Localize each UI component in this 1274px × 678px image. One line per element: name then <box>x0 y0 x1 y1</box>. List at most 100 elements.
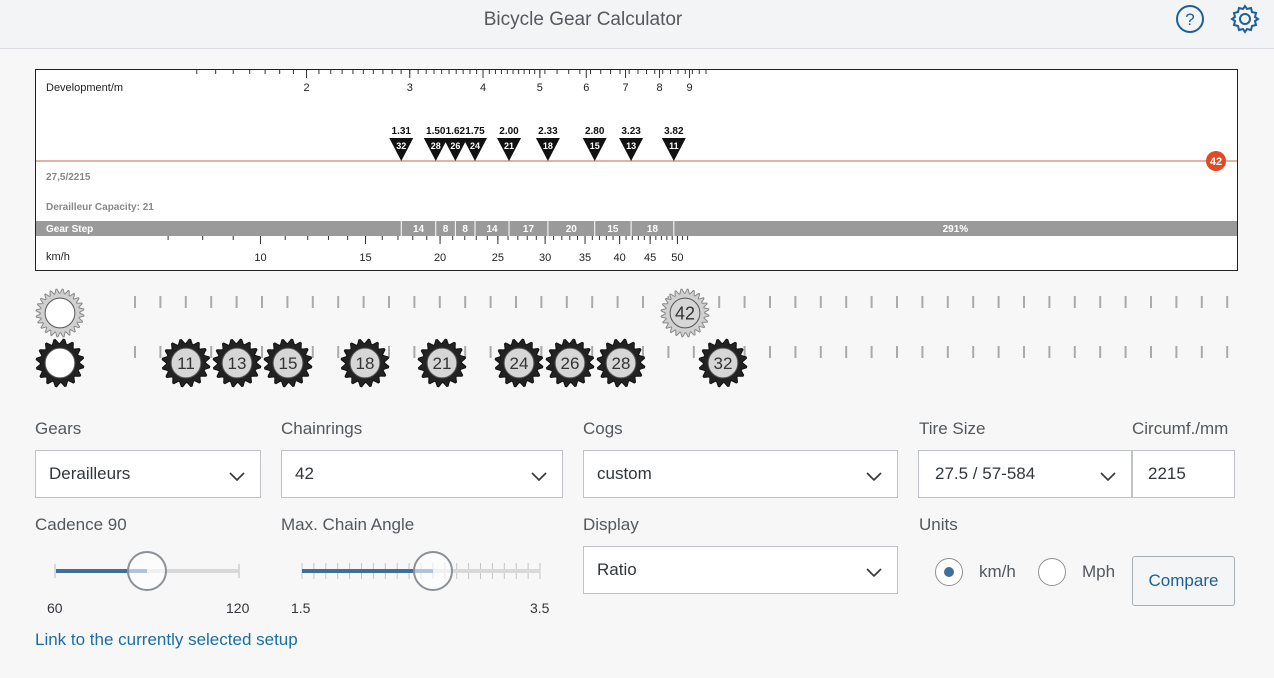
cadence-slider[interactable] <box>40 550 250 592</box>
chevron-down-icon <box>1100 472 1116 482</box>
gear-cog-label: 18 <box>543 141 553 151</box>
chainrings-value: 42 <box>295 464 314 483</box>
gear-ratio-label: 1.62 <box>446 126 466 137</box>
chainring-icon[interactable] <box>35 288 85 338</box>
gear-ratio-marker[interactable]: 1.31 32 <box>389 126 414 161</box>
page-title: Bicycle Gear Calculator <box>483 9 683 30</box>
gear-step-value: 17 <box>523 224 535 235</box>
gear-ratio-marker[interactable]: 2.33 18 <box>535 126 560 161</box>
gear-cog-label: 32 <box>396 141 406 151</box>
cog-18[interactable]: 18 <box>340 338 390 388</box>
display-value: Ratio <box>597 560 637 579</box>
gear-cog-label: 11 <box>669 141 679 151</box>
setup-link[interactable]: Link to the currently selected setup <box>35 630 298 650</box>
cogs-select[interactable]: custom <box>583 450 898 498</box>
units-label: Units <box>919 515 958 534</box>
settings-icon[interactable] <box>1229 4 1261 36</box>
bottom-axis-tick-label: 30 <box>539 252 551 264</box>
gear-cog-label: 28 <box>431 141 441 151</box>
cog-28[interactable]: 28 <box>596 338 646 388</box>
chain-angle-min: 1.5 <box>291 600 311 616</box>
chainring-marker: 42 <box>1206 151 1226 171</box>
gear-ratio-marker[interactable]: 1.50 28 <box>423 126 448 161</box>
cassette-icon[interactable] <box>35 338 85 388</box>
chevron-down-icon <box>866 472 882 482</box>
svg-text:?: ? <box>1185 10 1194 29</box>
tire-size-label: Tire Size <box>919 419 986 438</box>
cog-label: 32 <box>714 354 733 373</box>
gear-ratio-label: 1.75 <box>465 126 485 137</box>
cog-13[interactable]: 13 <box>212 338 262 388</box>
circumference-label: Circumf./mm <box>1132 419 1229 438</box>
gear-ratio-marker[interactable]: 3.82 11 <box>661 126 686 161</box>
bottom-axis-tick-label: 45 <box>644 252 656 264</box>
gear-cog-label: 21 <box>504 141 514 151</box>
gear-step-value: 291% <box>943 224 969 235</box>
tire-size-select[interactable]: 27.5 / 57-584 <box>918 450 1132 498</box>
circumference-input[interactable]: 2215 <box>1132 450 1235 498</box>
chevron-down-icon <box>866 568 882 578</box>
gear-step-value: 14 <box>413 224 425 235</box>
units-kmh-radio[interactable] <box>935 558 963 586</box>
gear-step-value: 18 <box>647 224 659 235</box>
setup-label: 27,5/2215 <box>46 172 91 183</box>
gears-label: Gears <box>35 419 82 438</box>
chain-angle-slider[interactable] <box>290 550 552 592</box>
gear-ratio-label: 3.82 <box>664 126 684 137</box>
compare-button[interactable]: Compare <box>1132 556 1235 606</box>
chainrings-select[interactable]: 42 <box>281 450 563 498</box>
tire-size-value: 27.5 / 57-584 <box>935 464 1036 483</box>
gears-value: Derailleurs <box>49 464 131 483</box>
cog-15[interactable]: 15 <box>263 338 313 388</box>
cog-32[interactable]: 32 <box>698 338 748 388</box>
bottom-axis-tick-label: 35 <box>579 252 591 264</box>
units-mph-radio[interactable] <box>1038 558 1066 586</box>
cog-26[interactable]: 26 <box>545 338 595 388</box>
units-kmh-label[interactable]: km/h <box>979 562 1016 582</box>
bottom-axis-tick-label: 50 <box>671 252 683 264</box>
gear-step-value: 20 <box>566 224 578 235</box>
bottom-axis-tick-label: 10 <box>254 252 266 264</box>
bottom-axis-tick-label: 25 <box>492 252 504 264</box>
display-select[interactable]: Ratio <box>583 546 898 594</box>
gear-chart-svg: 2 3 4 5 6 7 8 9Development/m421.31321.50281.622… <box>36 70 1237 264</box>
top-axis-tick-label: 4 <box>480 82 486 94</box>
bottom-axis-tick-label: 40 <box>614 252 626 264</box>
app-header: Bicycle Gear Calculator ? <box>0 0 1274 49</box>
cadence-slider-handle[interactable] <box>127 551 167 591</box>
drivetrain-view: 42 11 13 15 18 21 24 26 28 32 <box>0 285 1274 395</box>
gear-ratio-marker[interactable]: 3.23 13 <box>619 126 644 161</box>
gear-ratio-marker[interactable]: 1.75 24 <box>463 126 488 161</box>
bottom-axis-label: km/h <box>46 251 70 263</box>
gear-ratio-marker[interactable]: 2.80 15 <box>582 126 607 161</box>
gear-ratio-label: 3.23 <box>621 126 641 137</box>
chainrings-label: Chainrings <box>281 419 363 438</box>
help-icon[interactable]: ? <box>1174 4 1206 36</box>
top-axis-tick-label: 3 <box>407 82 413 94</box>
chevron-down-icon <box>229 472 245 482</box>
bottom-axis-tick-label: 15 <box>359 252 371 264</box>
cog-24[interactable]: 24 <box>494 338 544 388</box>
top-axis-tick-label: 5 <box>537 82 543 94</box>
cadence-min: 60 <box>47 600 63 616</box>
drivetrain-svg: 42 11 13 15 18 21 24 26 28 32 <box>35 288 1229 388</box>
gears-select[interactable]: Derailleurs <box>35 450 261 498</box>
gear-ratio-label: 2.33 <box>538 126 558 137</box>
cog-label: 18 <box>356 354 375 373</box>
gear-ratio-marker[interactable]: 1.62 26 <box>443 126 468 161</box>
top-axis-tick-label: 2 <box>303 82 309 94</box>
units-mph-label[interactable]: Mph <box>1082 562 1115 582</box>
chain-angle-label: Max. Chain Angle <box>281 515 415 534</box>
chain-angle-slider-handle[interactable] <box>413 551 453 591</box>
gear-cog-label: 24 <box>470 141 480 151</box>
cog-label: 24 <box>510 354 529 373</box>
capacity-label: Derailleur Capacity: 21 <box>46 202 154 213</box>
gear-chart: 2 3 4 5 6 7 8 9 Development/m 42 1.31 32 1.50 28 1.62 2… <box>35 69 1238 271</box>
gear-cog-label: 13 <box>626 141 636 151</box>
gear-ratio-marker[interactable]: 2.00 21 <box>497 126 522 161</box>
cog-label: 11 <box>177 354 195 373</box>
cog-label: 13 <box>228 354 247 373</box>
gear-step-label: Gear Step <box>46 224 93 235</box>
cog-11[interactable]: 11 <box>161 338 211 388</box>
cog-21[interactable]: 21 <box>417 338 467 388</box>
